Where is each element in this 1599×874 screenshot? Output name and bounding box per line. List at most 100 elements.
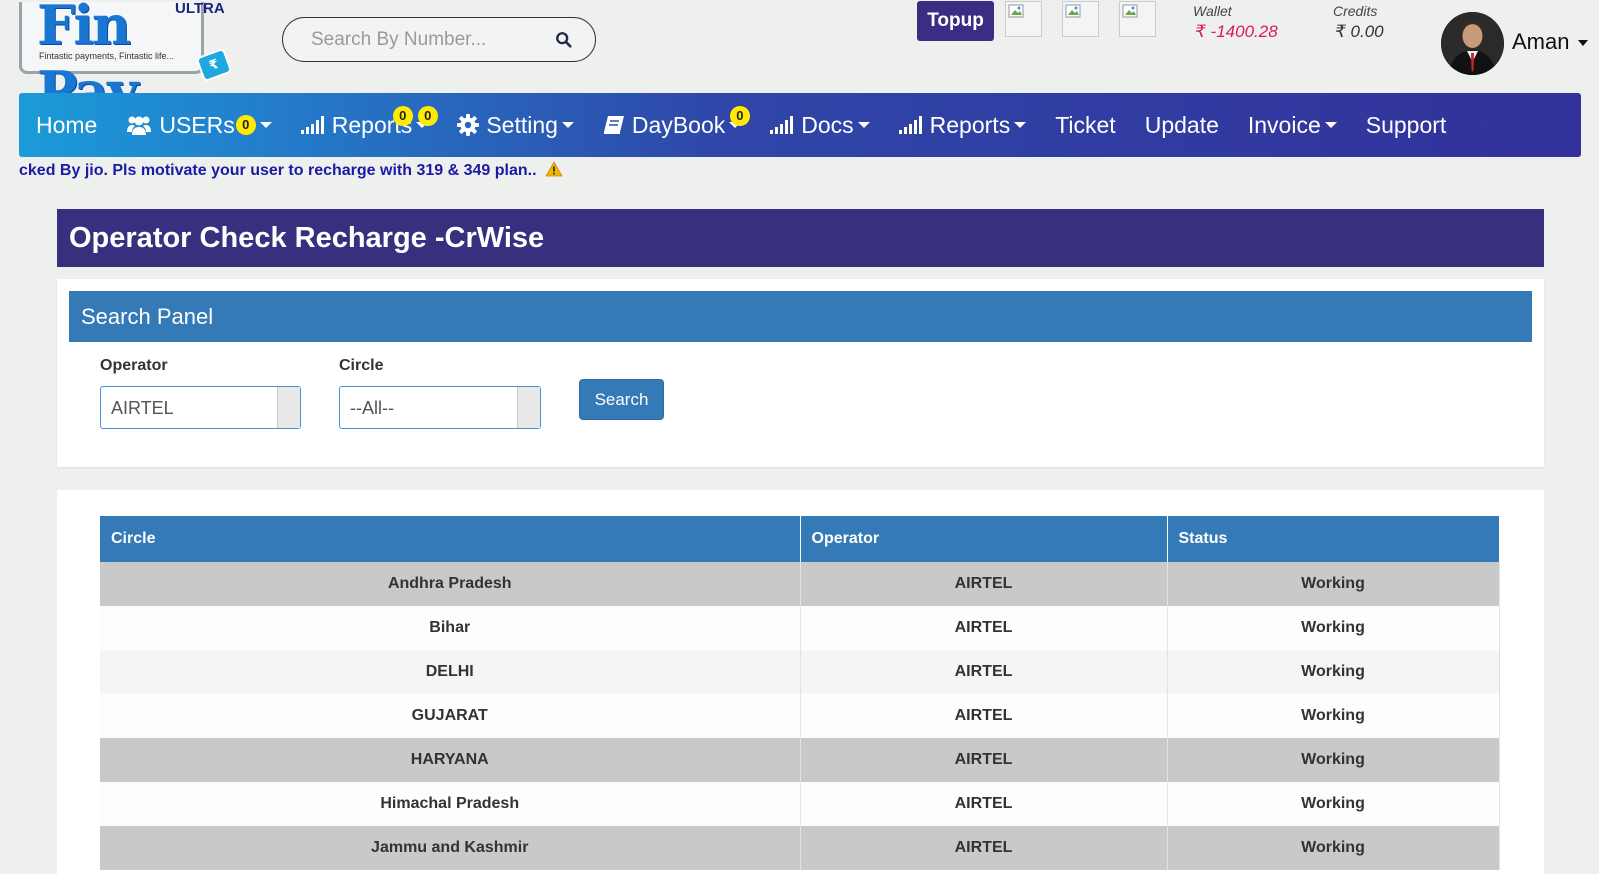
cell-status: Working — [1167, 562, 1500, 606]
nav-reports-1[interactable]: Reports 0 0 — [300, 93, 438, 157]
cell-status: Working — [1167, 738, 1500, 782]
topup-button[interactable]: Topup — [917, 1, 994, 41]
nav-invoice-label: Invoice — [1247, 111, 1321, 138]
table-header-row: Circle Operator Status — [100, 516, 1500, 562]
circle-label: Circle — [339, 357, 384, 374]
nav-update[interactable]: Update — [1145, 93, 1219, 157]
cell-operator: AIRTEL — [800, 650, 1168, 694]
cell-circle: Jammu and Kashmir — [100, 826, 801, 870]
signal-icon — [898, 116, 923, 134]
operator-status-table: Circle Operator Status Andhra Pradesh AI… — [100, 516, 1500, 870]
cell-operator: AIRTEL — [800, 782, 1168, 826]
reports-badge-b: 0 — [417, 106, 438, 126]
users-badge: 0 — [235, 115, 256, 135]
nav-ticket-label: Ticket — [1055, 111, 1116, 138]
user-menu[interactable]: Aman — [1512, 28, 1569, 56]
operator-selected-value: AIRTEL — [111, 398, 174, 418]
broken-image-icon[interactable] — [1062, 1, 1099, 37]
nav-daybook-label: DayBook — [631, 111, 726, 138]
number-search — [282, 17, 596, 62]
chevron-down-icon[interactable] — [1578, 40, 1588, 46]
credits-label: Credits — [1333, 3, 1378, 19]
cell-operator: AIRTEL — [800, 826, 1168, 870]
chevron-down-icon — [1014, 122, 1027, 128]
warning-icon — [545, 161, 563, 177]
nav-setting-label: Setting — [486, 111, 558, 138]
signal-icon — [300, 116, 325, 134]
search-panel: Search Panel Operator AIRTEL Circle --Al… — [57, 279, 1544, 467]
cell-status: Working — [1167, 826, 1500, 870]
nav-support-label: Support — [1365, 111, 1447, 138]
nav-home-label: Home — [36, 111, 98, 138]
chevron-down-icon — [1324, 122, 1337, 128]
wallet-value: ₹ -1400.28 — [1195, 22, 1278, 41]
column-header-circle[interactable]: Circle — [100, 516, 801, 562]
announcement-text: cked By jio. Pls motivate your user to r… — [19, 162, 537, 179]
table-row: Andhra Pradesh AIRTEL Working — [100, 562, 1500, 606]
table-row: Bihar AIRTEL Working — [100, 606, 1500, 650]
search-icon[interactable] — [555, 31, 573, 49]
table-row: Jammu and Kashmir AIRTEL Working — [100, 826, 1500, 870]
book-icon — [603, 115, 625, 135]
cell-circle: DELHI — [100, 650, 801, 694]
nav-support[interactable]: Support — [1366, 93, 1447, 157]
reports-badge-a: 0 — [392, 106, 413, 126]
nav-daybook[interactable]: DayBook 0 — [603, 93, 750, 157]
cell-circle: Bihar — [100, 606, 801, 650]
cell-operator: AIRTEL — [800, 738, 1168, 782]
cell-circle: HARYANA — [100, 738, 801, 782]
column-header-operator[interactable]: Operator — [800, 516, 1168, 562]
nav-reports-2-label: Reports — [929, 111, 1011, 138]
circle-select[interactable]: --All-- — [339, 386, 541, 429]
nav-users[interactable]: USERs 0 — [126, 93, 272, 157]
cell-circle: GUJARAT — [100, 694, 801, 738]
nav-ticket[interactable]: Ticket — [1055, 93, 1116, 157]
nav-users-label: USERs — [159, 111, 235, 138]
results-panel: Circle Operator Status Andhra Pradesh AI… — [57, 490, 1544, 874]
nav-setting[interactable]: Setting — [457, 93, 574, 157]
search-input[interactable] — [311, 26, 551, 54]
select-toggle[interactable] — [277, 387, 300, 428]
cell-circle: Andhra Pradesh — [100, 562, 801, 606]
wallet-label: Wallet — [1193, 3, 1232, 19]
cell-status: Working — [1167, 782, 1500, 826]
daybook-badge: 0 — [729, 106, 750, 126]
wallet-balance: Wallet ₹ -1400.28 — [1193, 3, 1278, 45]
nav-docs[interactable]: Docs — [770, 93, 870, 157]
page-title: Operator Check Recharge -CrWise — [57, 209, 1544, 267]
cell-operator: AIRTEL — [800, 606, 1168, 650]
cell-operator: AIRTEL — [800, 694, 1168, 738]
broken-image-icon[interactable] — [1005, 1, 1042, 37]
credits-balance: Credits ₹ 0.00 — [1333, 3, 1384, 45]
avatar[interactable] — [1441, 12, 1504, 75]
search-panel-title: Search Panel — [69, 291, 1532, 342]
cell-status: Working — [1167, 650, 1500, 694]
cell-operator: AIRTEL — [800, 562, 1168, 606]
brand-tier: ULTRA — [175, 0, 225, 17]
cell-circle: Himachal Pradesh — [100, 782, 801, 826]
select-toggle[interactable] — [517, 387, 540, 428]
table-row: Himachal Pradesh AIRTEL Working — [100, 782, 1500, 826]
chevron-down-icon — [259, 122, 272, 128]
brand-logo[interactable]: Fin Pay ULTRA Fintastic payments, Fintas… — [19, 0, 234, 123]
gear-icon — [457, 114, 480, 136]
search-button[interactable]: Search — [579, 379, 664, 420]
credits-value: ₹ 0.00 — [1335, 22, 1384, 41]
chevron-down-icon — [857, 122, 870, 128]
table-row: DELHI AIRTEL Working — [100, 650, 1500, 694]
nav-reports-2[interactable]: Reports — [898, 93, 1027, 157]
nav-invoice[interactable]: Invoice — [1248, 93, 1337, 157]
cell-status: Working — [1167, 694, 1500, 738]
users-icon — [126, 114, 152, 136]
table-row: HARYANA AIRTEL Working — [100, 738, 1500, 782]
column-header-status[interactable]: Status — [1167, 516, 1500, 562]
main-nav: Home USERs 0 Reports 0 0 Setting DayBook… — [19, 93, 1581, 157]
announcement-ticker: cked By jio. Pls motivate your user to r… — [19, 160, 1581, 182]
operator-select[interactable]: AIRTEL — [100, 386, 301, 429]
signal-icon — [770, 116, 794, 134]
nav-update-label: Update — [1144, 111, 1219, 138]
nav-home[interactable]: Home — [36, 93, 97, 157]
chevron-down-icon — [561, 122, 574, 128]
broken-image-icon[interactable] — [1119, 1, 1156, 37]
brand-tagline: Fintastic payments, Fintastic life... — [39, 51, 175, 61]
